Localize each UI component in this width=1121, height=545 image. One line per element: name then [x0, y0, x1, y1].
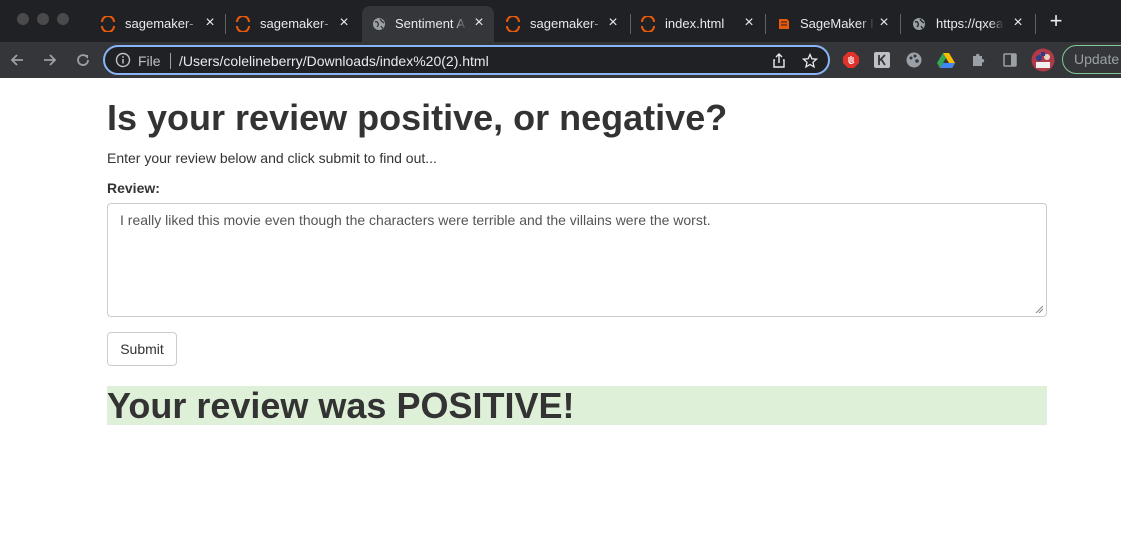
- arrow-right-icon: [44, 54, 57, 66]
- tab-title: sagemaker-: [260, 16, 329, 31]
- tab-title: https://qxea: [936, 16, 1004, 31]
- close-tab-icon[interactable]: ×: [741, 15, 757, 31]
- result-text: Your review was POSITIVE!: [107, 385, 575, 426]
- arrow-left-icon: [10, 54, 23, 66]
- close-tab-icon[interactable]: ×: [471, 15, 487, 31]
- url-text[interactable]: /Users/colelineberry/Downloads/index%20(…: [179, 53, 489, 69]
- review-text: I really liked this movie even though th…: [120, 212, 711, 228]
- sagemaker-icon: [640, 16, 656, 32]
- star-icon[interactable]: [801, 52, 819, 69]
- sagemaker-icon: [505, 16, 521, 32]
- google-drive-icon[interactable]: [937, 51, 955, 69]
- maximize-window-button[interactable]: [57, 13, 69, 25]
- globe-icon: [371, 16, 387, 32]
- tab-sentiment-analysis[interactable]: Sentiment A ×: [362, 6, 494, 42]
- tab-index-html[interactable]: index.html ×: [640, 6, 765, 42]
- sagemaker-icon: [100, 16, 116, 32]
- reload-icon: [77, 54, 89, 66]
- submit-button[interactable]: Submit: [107, 332, 177, 366]
- update-button[interactable]: Update: [1062, 45, 1121, 74]
- info-icon[interactable]: [115, 52, 131, 68]
- tab-title: Sentiment A: [395, 16, 466, 31]
- browser-toolbar: File /Users/colelineberry/Downloads/inde…: [0, 42, 1121, 78]
- tab-sagemaker-1[interactable]: sagemaker- ×: [100, 6, 225, 42]
- back-button[interactable]: [7, 50, 27, 70]
- tab-strip: sagemaker- × sagemaker- × Sentiment A × …: [0, 0, 1121, 42]
- close-tab-icon[interactable]: ×: [876, 15, 892, 31]
- tab-title: sagemaker-: [530, 16, 599, 31]
- close-tab-icon[interactable]: ×: [1010, 15, 1026, 31]
- page-title: Is your review positive, or negative?: [107, 97, 728, 138]
- tab-title: index.html: [665, 16, 725, 31]
- forward-button[interactable]: [40, 50, 60, 70]
- address-bar[interactable]: File /Users/colelineberry/Downloads/inde…: [103, 45, 830, 75]
- instructions-text: Enter your review below and click submit…: [107, 150, 437, 166]
- adblock-extension-icon[interactable]: [842, 51, 860, 69]
- close-tab-icon[interactable]: ×: [605, 15, 621, 31]
- extensions-puzzle-icon[interactable]: [969, 51, 987, 69]
- close-window-button[interactable]: [17, 13, 29, 25]
- profile-avatar[interactable]: [1031, 48, 1055, 72]
- result-banner: Your review was POSITIVE!: [107, 385, 1047, 426]
- tab-sagemaker-docs[interactable]: SageMaker I ×: [776, 6, 901, 42]
- resize-grip-icon[interactable]: [1035, 305, 1043, 313]
- scheme-label: File: [138, 53, 161, 69]
- k-extension-icon[interactable]: [873, 51, 891, 69]
- close-tab-icon[interactable]: ×: [336, 15, 352, 31]
- minimize-window-button[interactable]: [37, 13, 49, 25]
- review-label: Review:: [107, 180, 160, 196]
- globe-icon: [911, 16, 927, 32]
- sagemaker-icon: [235, 16, 251, 32]
- reload-button[interactable]: [73, 50, 93, 70]
- tab-sagemaker-2[interactable]: sagemaker- ×: [235, 6, 360, 42]
- tab-https-url[interactable]: https://qxea ×: [911, 6, 1036, 42]
- share-icon[interactable]: [771, 53, 787, 69]
- tab-sagemaker-3[interactable]: sagemaker- ×: [505, 6, 630, 42]
- review-textarea[interactable]: I really liked this movie even though th…: [107, 203, 1047, 317]
- tab-title: SageMaker I: [800, 16, 874, 31]
- side-panel-icon[interactable]: [1001, 51, 1019, 69]
- new-tab-button[interactable]: +: [1046, 10, 1066, 32]
- tab-title: sagemaker-: [125, 16, 194, 31]
- palette-extension-icon[interactable]: [905, 51, 923, 69]
- book-icon: [776, 16, 792, 32]
- close-tab-icon[interactable]: ×: [202, 15, 218, 31]
